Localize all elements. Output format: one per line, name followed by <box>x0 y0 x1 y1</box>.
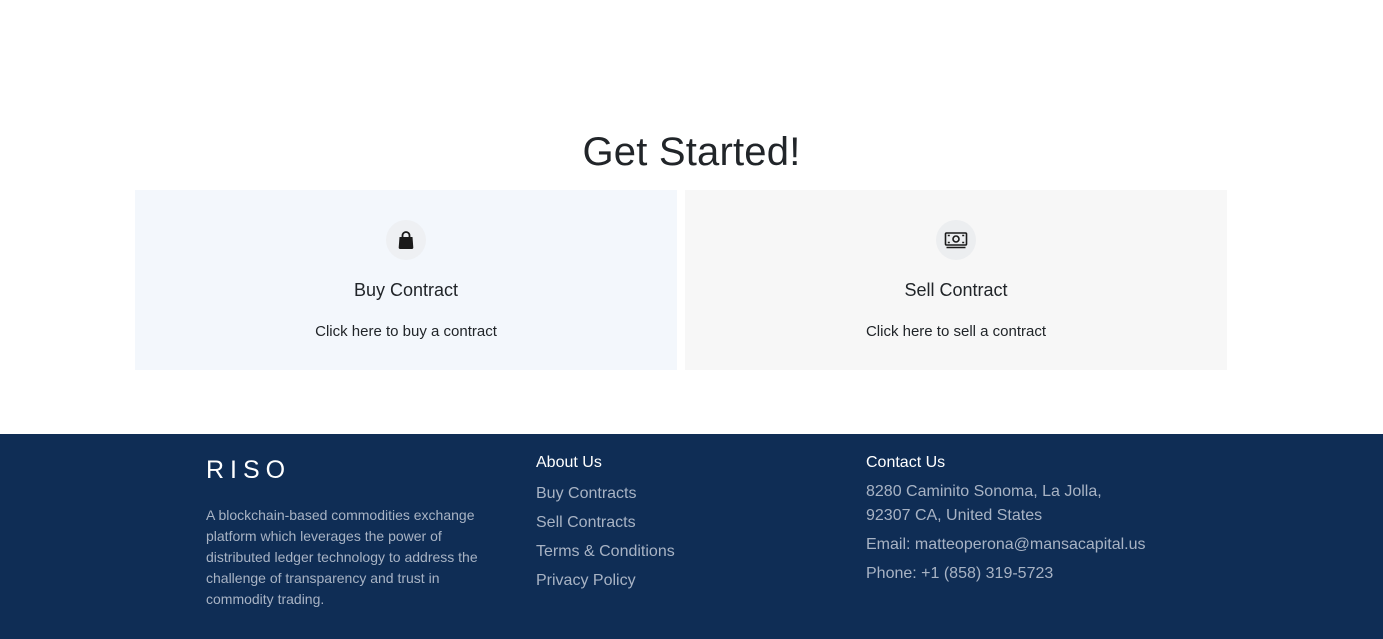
cash-icon <box>936 220 976 260</box>
footer-contact-column: Contact Us 8280 Caminito Sonoma, La Joll… <box>866 434 1196 586</box>
buy-contract-card[interactable]: Buy Contract Click here to buy a contrac… <box>135 190 677 370</box>
footer-link-sell-contracts[interactable]: Sell Contracts <box>536 513 836 533</box>
footer-about-column: About Us Buy Contracts Sell Contracts Te… <box>536 434 836 600</box>
footer-tagline: A blockchain-based commodities exchange … <box>206 507 478 607</box>
buy-contract-title: Buy Contract <box>353 280 459 300</box>
buy-contract-description: Click here to buy a contract <box>315 323 497 340</box>
sell-contract-title: Sell Contract <box>904 280 1008 300</box>
contact-phone[interactable]: Phone: +1 (858) 319-5723 <box>866 562 1196 586</box>
contact-email[interactable]: Email: matteoperona@mansacapital.us <box>866 533 1196 557</box>
sell-contract-card[interactable]: Sell Contract Click here to sell a contr… <box>685 190 1227 370</box>
footer-link-terms-conditions[interactable]: Terms & Conditions <box>536 542 836 562</box>
about-us-heading: About Us <box>536 454 602 471</box>
page-title: Get Started! <box>582 130 801 174</box>
footer-logo[interactable]: RISO <box>206 456 506 485</box>
site-footer: RISO A blockchain-based commodities exch… <box>0 434 1383 639</box>
sell-contract-description: Click here to sell a contract <box>865 323 1047 340</box>
contact-us-heading: Contact Us <box>866 454 946 471</box>
about-links-list: Buy Contracts Sell Contracts Terms & Con… <box>536 484 836 591</box>
get-started-section: Get Started! Buy Contract Click here to … <box>0 0 1383 434</box>
footer-brand-column: RISO A blockchain-based commodities exch… <box>206 434 506 610</box>
footer-link-privacy-policy[interactable]: Privacy Policy <box>536 571 836 591</box>
shopping-bag-icon <box>386 220 426 260</box>
contact-address-line1: 8280 Caminito Sonoma, La Jolla, <box>866 483 1102 500</box>
contact-address-line2: 92307 CA, United States <box>866 507 1043 524</box>
footer-link-buy-contracts[interactable]: Buy Contracts <box>536 484 836 504</box>
contact-details: 8280 Caminito Sonoma, La Jolla, 92307 CA… <box>866 480 1196 586</box>
